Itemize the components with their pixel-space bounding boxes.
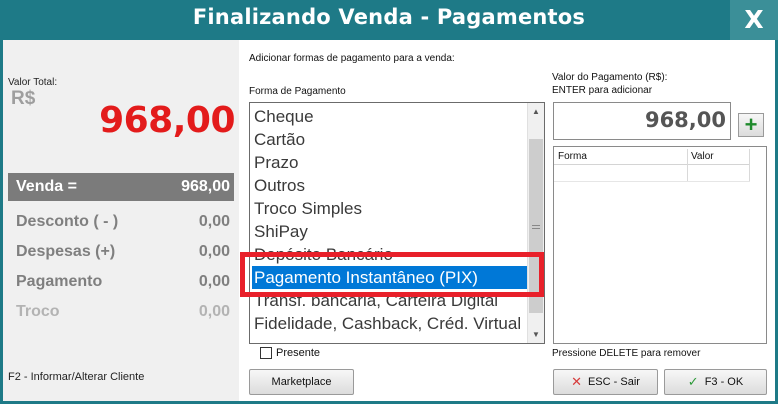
check-icon: ✓	[687, 374, 699, 389]
grid-header-valor: Valor	[691, 151, 714, 162]
desconto-value: 0,00	[198, 213, 230, 230]
pagamento-label: Pagamento	[16, 273, 103, 290]
grid-empty-row	[554, 166, 750, 182]
close-icon: ✕	[571, 374, 582, 389]
presente-label: Presente	[276, 347, 321, 359]
pagamento-value: 0,00	[198, 273, 230, 290]
payment-method-item[interactable]: Troco Simples	[254, 197, 527, 220]
add-payment-button[interactable]: +	[738, 113, 764, 137]
payment-value-label: Valor do Pagamento (R$):	[552, 72, 668, 83]
payment-value-input[interactable]: 968,00	[553, 102, 731, 140]
payment-method-item[interactable]: ShiPay	[254, 220, 527, 243]
f2-client-hint: F2 - Informar/Alterar Cliente	[8, 371, 145, 383]
grid-header: Forma Valor	[554, 149, 750, 165]
pagamento-row: Pagamento 0,00	[8, 268, 234, 294]
desconto-row: Desconto ( - ) 0,00	[8, 208, 234, 234]
scroll-up-icon[interactable]: ▲	[528, 103, 544, 120]
payment-method-items: Cheque Cartão Prazo Outros Troco Simples ShiP…	[252, 105, 527, 335]
list-scrollbar[interactable]: ▲ ▼	[527, 103, 544, 343]
scroll-down-icon[interactable]: ▼	[528, 326, 544, 343]
payment-method-label: Forma de Pagamento	[249, 86, 346, 97]
add-payments-label: Adicionar formas de pagamento para a ven…	[249, 53, 455, 64]
desconto-label: Desconto ( - )	[16, 213, 119, 230]
esc-exit-button[interactable]: ✕ ESC - Sair	[553, 369, 658, 395]
troco-label: Troco	[16, 303, 60, 320]
payment-value-text: 968,00	[644, 108, 726, 132]
esc-label: ESC - Sair	[587, 376, 640, 388]
payment-method-item[interactable]: Fidelidade, Cashback, Créd. Virtual	[254, 312, 527, 335]
delete-hint: Pressione DELETE para remover	[552, 348, 701, 359]
total-value: 968,00	[99, 100, 235, 141]
despesas-row: Despesas (+) 0,00	[8, 238, 234, 264]
presente-checkbox[interactable]	[260, 347, 272, 359]
total-label: Valor Total:	[8, 77, 58, 88]
title-bar: Finalizando Venda - Pagamentos X	[0, 0, 778, 40]
payment-dialog: Finalizando Venda - Pagamentos X Valor T…	[0, 0, 778, 404]
venda-value: 968,00	[181, 178, 230, 195]
payment-method-item[interactable]: Cheque	[254, 105, 527, 128]
troco-value: 0,00	[198, 303, 230, 320]
venda-label: Venda =	[16, 178, 77, 195]
close-button[interactable]: X	[730, 0, 778, 40]
enter-hint: ENTER para adicionar	[552, 85, 653, 96]
currency-symbol: R$	[11, 88, 36, 109]
marketplace-button[interactable]: Marketplace	[249, 369, 354, 395]
payments-grid[interactable]: Forma Valor	[553, 146, 767, 344]
venda-row: Venda = 968,00	[8, 173, 234, 201]
troco-row: Troco 0,00	[8, 298, 234, 324]
grid-header-forma: Forma	[558, 151, 587, 162]
dialog-content: Valor Total: R$ 968,00 Venda = 968,00 De…	[3, 40, 775, 401]
payment-method-item[interactable]: Cartão	[254, 128, 527, 151]
totals-panel: Valor Total: R$ 968,00 Venda = 968,00 De…	[3, 40, 239, 401]
f3-ok-button[interactable]: ✓ F3 - OK	[664, 369, 767, 395]
payment-method-item[interactable]: Outros	[254, 174, 527, 197]
grip-icon	[532, 225, 540, 229]
despesas-label: Despesas (+)	[16, 243, 116, 260]
pix-highlight-box	[240, 252, 544, 297]
marketplace-label: Marketplace	[271, 376, 332, 388]
payment-method-item[interactable]: Prazo	[254, 151, 527, 174]
despesas-value: 0,00	[198, 243, 230, 260]
ok-label: F3 - OK	[704, 376, 744, 388]
dialog-title: Finalizando Venda - Pagamentos	[192, 5, 586, 29]
payment-method-list[interactable]: Cheque Cartão Prazo Outros Troco Simples ShiP…	[249, 102, 545, 344]
